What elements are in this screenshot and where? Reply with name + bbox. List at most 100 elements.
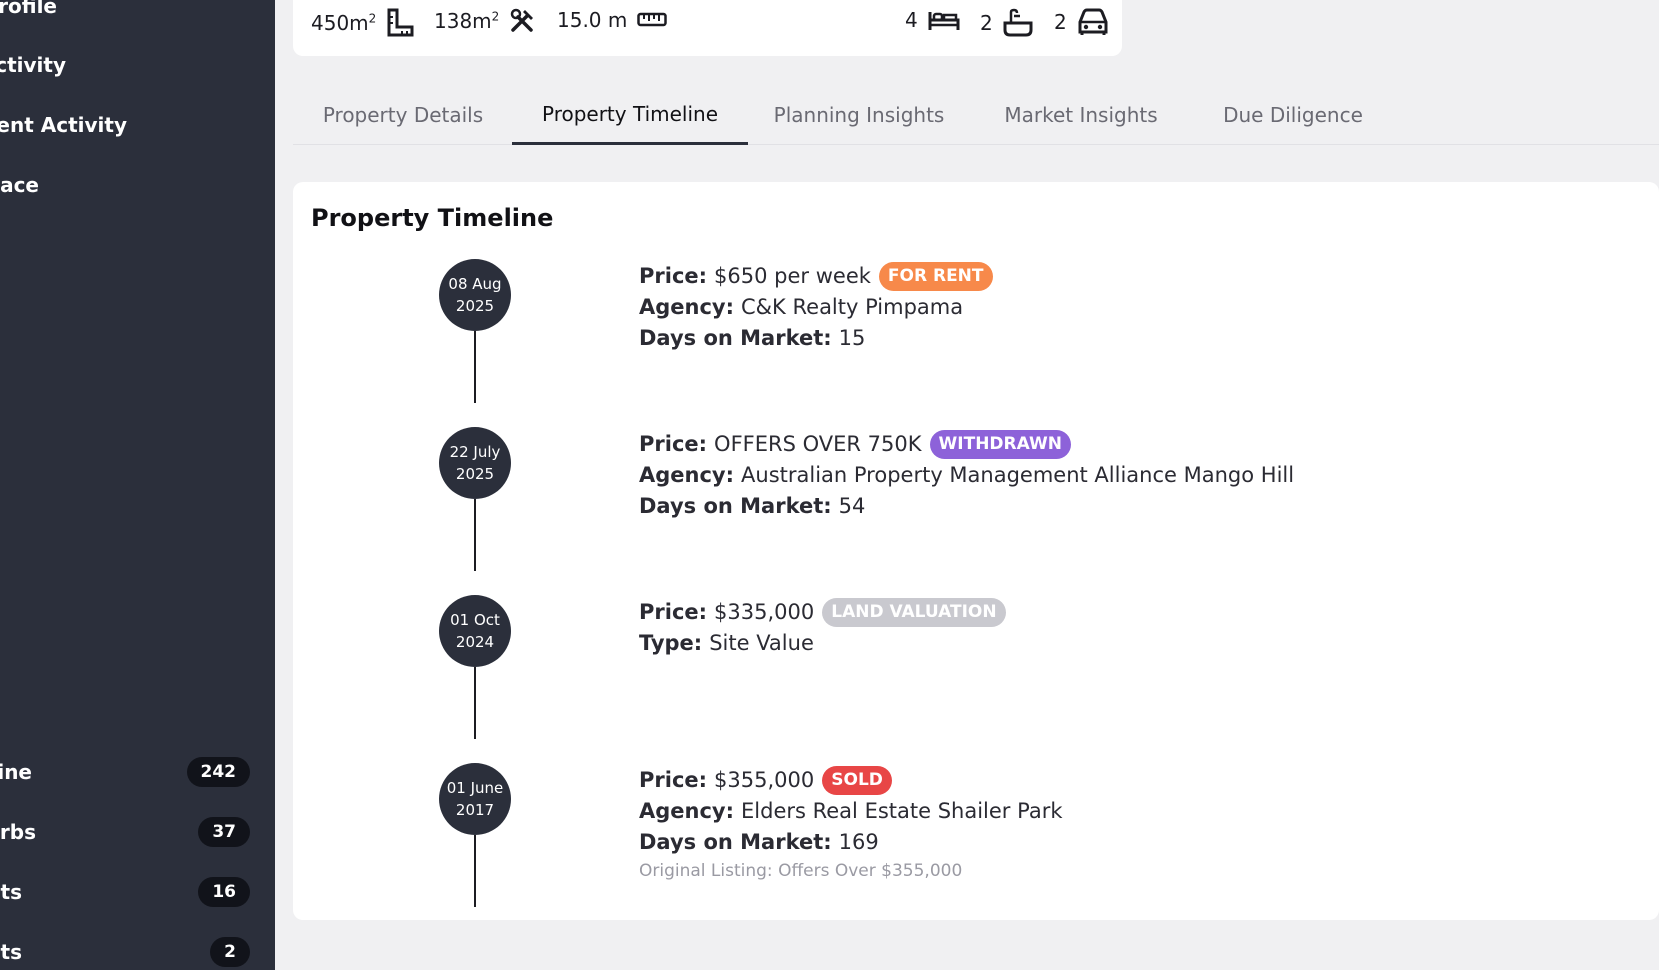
entry-details: Price: $650 per week FOR RENT Agency: C&… — [639, 261, 993, 354]
sidebar-item-reports[interactable]: nts 16 — [0, 872, 275, 912]
parking-value: 2 — [1054, 10, 1067, 34]
days-on-market-value: 54 — [838, 494, 866, 518]
sidebar-item-label: urbs — [0, 820, 36, 844]
days-on-market-value: 169 — [838, 830, 879, 854]
bedrooms-stat: 4 — [905, 8, 960, 32]
price-label: Price: — [639, 768, 708, 792]
price-value: $650 per week — [714, 264, 871, 288]
agency-value: Australian Property Management Alliance … — [741, 463, 1295, 487]
date-marker: 01 June 2017 — [439, 763, 511, 835]
timeline-entry: 01 Oct 2024 Price: $335,000 LAND VALUATI… — [293, 595, 1659, 763]
price-row: Price: OFFERS OVER 750K WITHDRAWN — [639, 429, 1294, 460]
tab-label: Property Timeline — [541, 101, 719, 126]
status-badge: LAND VALUATION — [822, 598, 1006, 627]
bedrooms-value: 4 — [905, 8, 918, 32]
bed-icon — [928, 8, 960, 32]
sidebar-item-label: nts — [0, 880, 22, 904]
floor-area-value: 138m2 — [434, 9, 500, 33]
tab-label: Property Details — [322, 103, 484, 127]
tab-planning-insights[interactable]: Planning Insights — [748, 85, 970, 145]
tab-property-timeline[interactable]: Property Timeline — [512, 85, 748, 145]
bathrooms-stat: 2 — [980, 8, 1033, 38]
date-marker: 08 Aug 2025 — [439, 259, 511, 331]
date-year: 2017 — [455, 801, 495, 819]
timeline-connector — [474, 667, 476, 739]
agency-row: Agency: Elders Real Estate Shailer Park — [639, 796, 1063, 827]
days-on-market-row: Days on Market: 15 — [639, 323, 993, 354]
days-on-market-value: 15 — [838, 326, 866, 350]
sidebar-item-profile[interactable]: Profile — [0, 0, 275, 26]
timeline-connector — [474, 835, 476, 907]
days-on-market-row: Days on Market: 54 — [639, 491, 1294, 522]
sidebar-item-label: line — [0, 760, 32, 784]
date-day: 01 June — [446, 779, 504, 797]
land-area-stat: 450m2 — [311, 8, 414, 38]
entry-details: Price: $355,000 SOLD Agency: Elders Real… — [639, 765, 1063, 884]
count-badge: 2 — [210, 937, 250, 967]
sidebar-item-pipeline[interactable]: line 242 — [0, 752, 275, 792]
days-on-market-label: Days on Market: — [639, 326, 832, 350]
land-area-value: 450m2 — [311, 11, 377, 35]
price-label: Price: — [639, 600, 708, 624]
frontage-value: 15.0 m — [557, 8, 628, 32]
tape-measure-icon — [637, 12, 668, 28]
sidebar-item-activity[interactable]: Activity — [0, 45, 275, 85]
days-on-market-label: Days on Market: — [639, 494, 832, 518]
agency-value: C&K Realty Pimpama — [741, 295, 964, 319]
entry-details: Price: OFFERS OVER 750K WITHDRAWN Agency… — [639, 429, 1294, 522]
type-label: Type: — [639, 631, 703, 655]
sidebar-item-label: ment Activity — [0, 113, 127, 137]
count-badge: 242 — [186, 757, 250, 787]
frontage-stat: 15.0 m — [557, 8, 668, 32]
sidebar-item-development-activity[interactable]: ment Activity — [0, 105, 275, 145]
sidebar-item-marketplace[interactable]: lace — [0, 165, 275, 205]
sidebar-item-alerts[interactable]: nts 2 — [0, 932, 275, 970]
price-value: $355,000 — [714, 768, 815, 792]
timeline-connector — [474, 331, 476, 403]
agency-label: Agency: — [639, 295, 735, 319]
bathrooms-value: 2 — [980, 11, 993, 35]
tab-due-diligence[interactable]: Due Diligence — [1192, 85, 1394, 145]
tab-label: Due Diligence — [1223, 103, 1363, 127]
sidebar-item-suburbs[interactable]: urbs 37 — [0, 812, 275, 852]
price-value: $335,000 — [714, 600, 815, 624]
property-timeline-card: Property Timeline 08 Aug 2025 Price: $65… — [293, 182, 1659, 920]
price-value: OFFERS OVER 750K — [714, 432, 922, 456]
sidebar-item-label: nts — [0, 940, 22, 964]
days-on-market-label: Days on Market: — [639, 830, 832, 854]
agency-label: Agency: — [639, 463, 735, 487]
original-listing-note: Original Listing: Offers Over $355,000 — [639, 861, 963, 881]
tab-market-insights[interactable]: Market Insights — [970, 85, 1192, 145]
timeline-entry: 22 July 2025 Price: OFFERS OVER 750K WIT… — [293, 427, 1659, 595]
tab-label: Planning Insights — [773, 103, 945, 127]
status-badge: SOLD — [822, 766, 892, 795]
count-badge: 16 — [198, 877, 250, 907]
section-title: Property Timeline — [311, 204, 554, 232]
date-year: 2025 — [455, 297, 495, 315]
tab-property-details[interactable]: Property Details — [293, 85, 513, 145]
sidebar-item-label: lace — [0, 173, 39, 197]
sidebar-item-label: Profile — [0, 0, 57, 18]
type-row: Type: Site Value — [639, 628, 1006, 659]
status-badge: FOR RENT — [878, 262, 993, 291]
tools-icon — [509, 8, 535, 34]
timeline-connector — [474, 499, 476, 571]
days-on-market-row: Days on Market: 169 — [639, 827, 1063, 858]
agency-row: Agency: C&K Realty Pimpama — [639, 292, 993, 323]
sidebar: Profile Activity ment Activity lace line… — [0, 0, 275, 970]
price-row: Price: $650 per week FOR RENT — [639, 261, 993, 292]
date-marker: 01 Oct 2024 — [439, 595, 511, 667]
parking-stat: 2 — [1054, 8, 1109, 36]
count-badge: 37 — [198, 817, 250, 847]
price-row: Price: $355,000 SOLD — [639, 765, 1063, 796]
date-day: 22 July — [449, 443, 501, 461]
date-day: 01 Oct — [450, 611, 500, 629]
sidebar-item-label: Activity — [0, 53, 66, 77]
ruler-square-icon — [386, 8, 414, 38]
agency-row: Agency: Australian Property Management A… — [639, 460, 1294, 491]
tab-bar: Property Details Property Timeline Plann… — [293, 85, 1659, 145]
timeline-entry: 08 Aug 2025 Price: $650 per week FOR REN… — [293, 259, 1659, 427]
bath-icon — [1003, 8, 1033, 38]
price-label: Price: — [639, 432, 708, 456]
status-badge: WITHDRAWN — [929, 430, 1071, 459]
